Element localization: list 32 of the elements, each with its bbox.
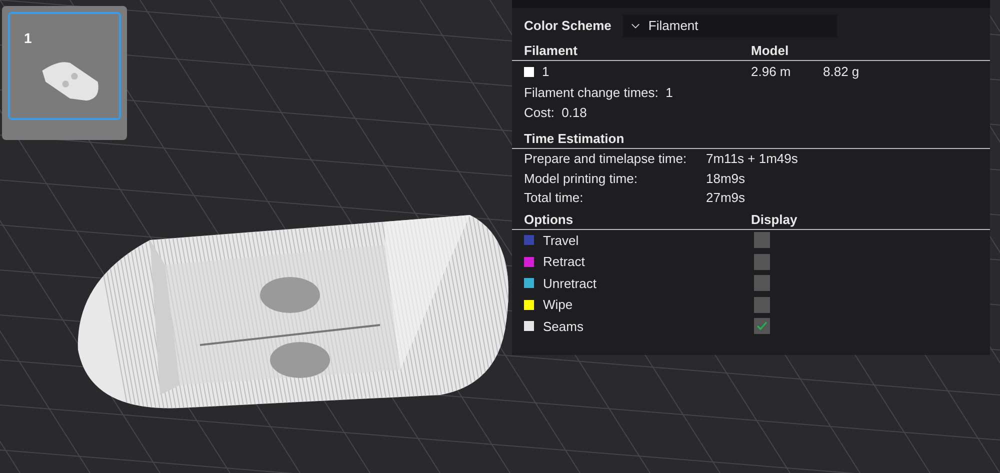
option-label: Wipe [543, 296, 573, 314]
plate-thumbnail[interactable]: 1 [2, 6, 127, 140]
option-label: Travel [543, 232, 579, 250]
column-header: Options [524, 210, 574, 229]
time-value: 7m11s + 1m49s [706, 150, 798, 168]
display-checkbox[interactable] [754, 296, 770, 313]
column-header: Filament [524, 42, 578, 60]
time-label: Total time: [524, 189, 584, 207]
column-header: Display [751, 210, 798, 229]
option-label: Retract [543, 253, 585, 271]
time-label: Prepare and timelapse time: [524, 150, 688, 168]
option-label: Unretract [543, 274, 596, 292]
filament-weight: 8.82 g [823, 63, 860, 82]
color-scheme-label: Color Scheme [524, 17, 612, 36]
display-checkbox[interactable] [754, 318, 770, 334]
filament-name: 1 [542, 63, 550, 82]
display-checkbox[interactable] [754, 275, 770, 292]
stat-line: Filament change times: 1 [523, 84, 674, 102]
section-title: Time Estimation [524, 130, 624, 148]
display-checkbox[interactable] [754, 232, 770, 248]
time-value: 18m9s [706, 170, 746, 188]
chevron-down-icon [631, 23, 640, 29]
stat-line: Cost: 0.18 [523, 104, 588, 122]
time-label: Model printing time: [524, 170, 638, 188]
display-checkbox[interactable] [754, 254, 770, 270]
plate-number: 1 [24, 29, 32, 48]
color-scheme-dropdown[interactable]: Filament [623, 15, 838, 37]
filament-length: 2.96 m [751, 63, 792, 82]
check-icon [756, 320, 768, 332]
option-label: Seams [543, 318, 584, 336]
column-header: Model [751, 42, 789, 60]
time-value: 27m9s [706, 189, 746, 207]
